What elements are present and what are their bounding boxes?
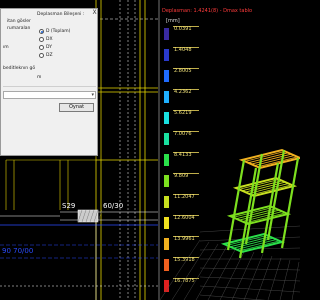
building-column	[226, 159, 246, 251]
floor-grid-line	[199, 294, 266, 300]
floor-grid-line	[171, 241, 210, 300]
chevron-down-icon[interactable]: ▾	[91, 92, 94, 99]
dialog-line-2: rumaralan	[7, 26, 31, 31]
building-column	[280, 157, 300, 249]
radio-d-total[interactable]	[39, 29, 44, 34]
dialog-line-6: beditleknın gö	[3, 66, 36, 71]
animation-combo[interactable]: ▾	[3, 91, 96, 99]
option-d-total-label: D (Toplam)	[46, 29, 71, 34]
slab-beam	[244, 151, 286, 162]
building-column	[244, 153, 264, 245]
3d-displacement-view[interactable]: Deplasman: 1.4241(8) - Dmax tablo [mm] 0…	[160, 0, 300, 300]
floor-grid-line	[279, 259, 291, 300]
section-label: 60/30	[103, 202, 123, 210]
3d-model-render	[160, 148, 300, 300]
floor-grid-line	[219, 249, 246, 300]
radio-dx[interactable]	[39, 37, 44, 42]
radio-dy[interactable]	[39, 45, 44, 50]
floor-grid-line	[207, 247, 237, 300]
radio-dz[interactable]	[39, 53, 44, 58]
slab-beam	[238, 240, 280, 252]
bottom-dimension-label: 90 70/00	[2, 247, 33, 255]
play-button[interactable]: Oynat	[59, 103, 94, 112]
option-dz-label: DZ	[46, 53, 53, 58]
floor-grid-line	[199, 285, 300, 293]
floor-grid-line	[199, 267, 300, 271]
dialog-line-4: ım	[3, 45, 9, 50]
floor-grid-line	[231, 251, 255, 300]
units-note: m	[37, 75, 42, 80]
dialog-line-1: itan gösler	[7, 19, 31, 24]
displacement-dialog: X itan gösler rumaralan ım beditleknın g…	[0, 8, 98, 156]
floor-grid-line	[199, 276, 300, 282]
option-dx-label: DX	[46, 37, 53, 42]
dialog-close-button[interactable]: X	[90, 9, 99, 17]
floor-grid-line	[255, 255, 273, 300]
option-dy-label: DY	[46, 45, 52, 50]
floor-grid-line	[160, 239, 201, 300]
floor-grid-line	[267, 257, 282, 300]
floor-grid-line	[243, 253, 264, 300]
dialog-separator	[3, 86, 96, 87]
beam-label: S29	[62, 202, 75, 210]
component-group-title: Deplasman Bileşeni :	[37, 12, 85, 17]
